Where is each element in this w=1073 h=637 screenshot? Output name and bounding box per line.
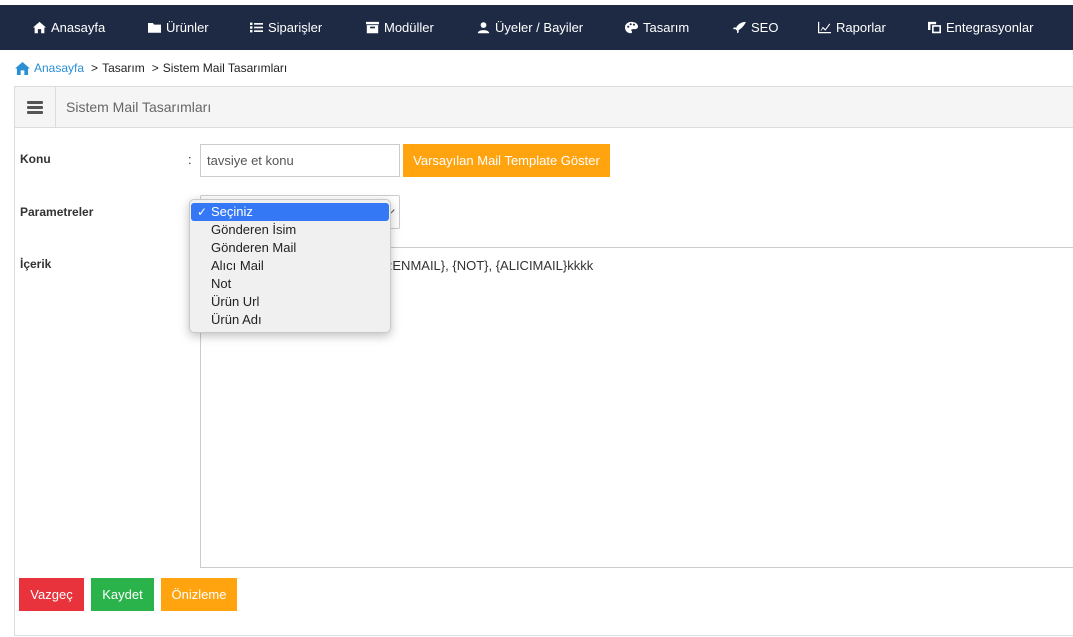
dropdown-option-gonderen-mail[interactable]: Gönderen Mail [190,239,390,257]
nav-item-label: Siparişler [268,20,323,35]
clone-icon [928,21,941,34]
dropdown-option-not[interactable]: Not [190,275,390,293]
panel-header: Sistem Mail Tasarımları [15,87,1073,128]
subject-input[interactable] [200,144,400,177]
nav-item-raporlar[interactable]: Raporlar [818,5,886,50]
nav-item-tasarim[interactable]: Tasarım [625,5,689,50]
list-icon [250,22,263,33]
dropdown-option-urun-adi[interactable]: Ürün Adı [190,311,390,329]
nav-item-label: SEO [751,20,779,35]
rocket-icon [733,21,746,34]
parameters-dropdown-list: ✓ Seçiniz Gönderen İsim Gönderen Mail Al… [189,199,391,333]
menu-toggle-button[interactable] [15,87,56,127]
content-text: RENMAIL}, {NOT}, {ALICIMAIL}kkkk [383,258,594,273]
dropdown-option-urun-url[interactable]: Ürün Url [190,293,390,311]
breadcrumb-separator: > [151,61,159,75]
palette-icon [625,21,638,34]
checkmark-icon: ✓ [197,205,208,219]
breadcrumb-home-link[interactable]: Anasayfa [15,61,84,75]
subject-colon: : [188,152,192,167]
nav-item-label: Üyeler / Bayiler [495,20,584,35]
dropdown-option-label: Ürün Url [211,294,260,309]
dropdown-option-label: Not [211,276,232,291]
subject-label: Konu [20,152,51,166]
nav-item-moduller[interactable]: Modüller [366,5,434,50]
nav-item-siparisler[interactable]: Siparişler [250,5,322,50]
hamburger-icon [27,99,43,116]
dropdown-option-label: Ürün Adı [211,312,262,327]
dropdown-option-alici-mail[interactable]: Alıcı Mail [190,257,390,275]
nav-item-label: Tasarım [643,20,690,35]
breadcrumb-current: Sistem Mail Tasarımları [162,61,288,75]
home-icon [15,61,30,75]
nav-item-label: Modüller [384,20,434,35]
content-label: İçerik [20,257,52,271]
nav-item-urunler[interactable]: Ürünler [148,5,209,50]
breadcrumb: Anasayfa > Tasarım > Sistem Mail Tasarım… [15,59,287,77]
panel-title: Sistem Mail Tasarımları [66,99,212,115]
nav-item-label: Entegrasyonlar [946,20,1034,35]
module-box-icon [366,21,379,34]
dropdown-option-label: Gönderen Mail [211,240,297,255]
home-icon [33,21,46,34]
dropdown-option-seciniz[interactable]: ✓ Seçiniz [191,203,389,221]
preview-button[interactable]: Önizleme [161,578,237,611]
nav-item-label: Anasayfa [51,20,106,35]
nav-item-entegrasyonlar[interactable]: Entegrasyonlar [928,5,1033,50]
nav-item-label: Raporlar [836,20,886,35]
cancel-button[interactable]: Vazgeç [19,578,84,611]
chart-icon [818,21,831,34]
dropdown-option-label: Seçiniz [211,204,253,219]
dropdown-option-label: Alıcı Mail [211,258,264,273]
breadcrumb-home-label: Anasayfa [34,61,85,75]
nav-item-uyeler-bayiler[interactable]: Üyeler / Bayiler [477,5,583,50]
parameters-label: Parametreler [20,205,94,219]
users-icon [477,22,490,34]
save-button[interactable]: Kaydet [91,578,154,611]
breadcrumb-item[interactable]: Tasarım [102,61,145,75]
nav-item-label: Ürünler [166,20,209,35]
breadcrumb-separator: > [91,61,99,75]
show-default-template-button[interactable]: Varsayılan Mail Template Göster [403,144,610,177]
nav-item-seo[interactable]: SEO [733,5,778,50]
dropdown-option-gonderen-isim[interactable]: Gönderen İsim [190,221,390,239]
top-navigation: Anasayfa Ürünler Siparişler Modüller Üye… [0,5,1073,50]
dropdown-option-label: Gönderen İsim [211,222,297,237]
folder-icon [148,23,161,33]
nav-item-anasayfa[interactable]: Anasayfa [33,5,105,50]
